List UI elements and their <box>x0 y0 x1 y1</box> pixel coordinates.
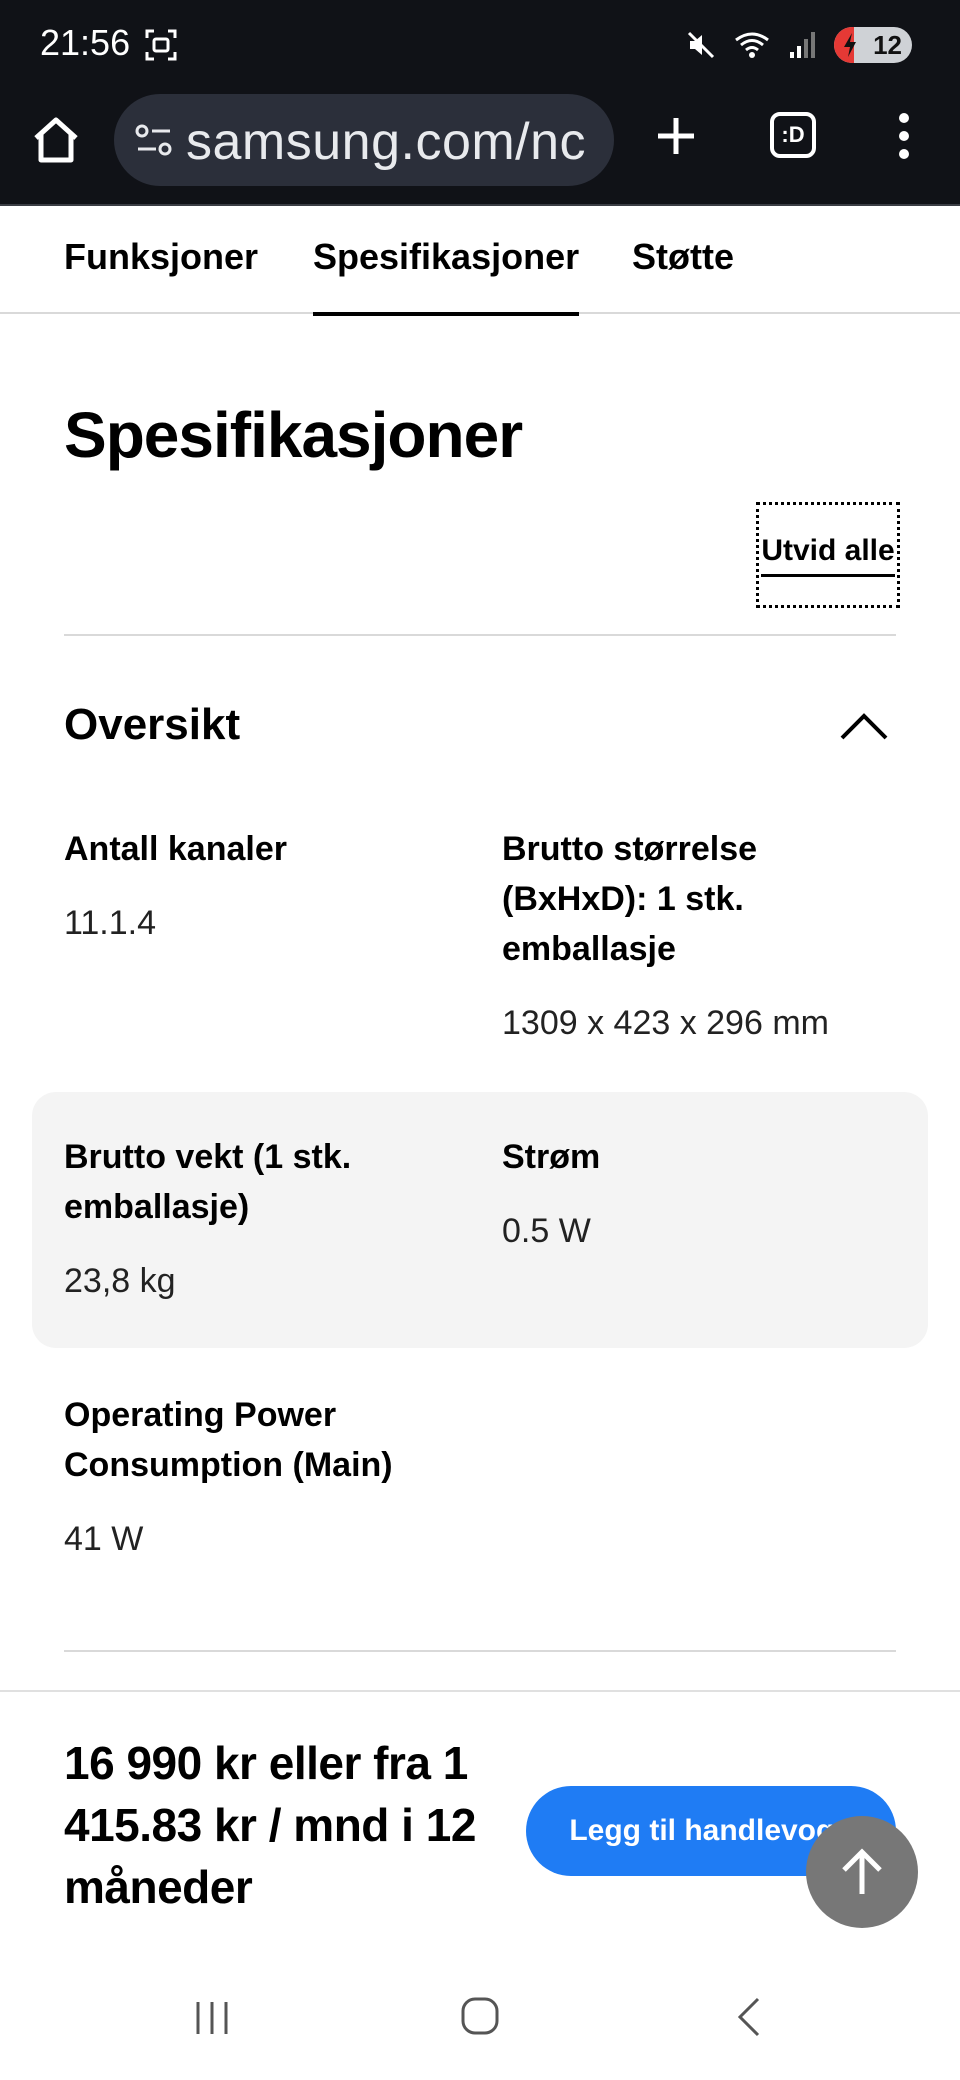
signal-icon <box>790 32 815 58</box>
purchase-bar: 16 990 kr eller fra 1 415.83 kr / mnd i … <box>0 1690 960 1956</box>
url-text[interactable]: samsung.com/nc <box>186 112 586 172</box>
spec-value-gross-weight: 23,8 kg <box>64 1262 176 1300</box>
expand-all-label: Utvid alle <box>761 534 895 577</box>
charging-icon <box>844 33 856 57</box>
mute-icon <box>687 31 715 59</box>
status-bar: 21:56 12 <box>0 0 960 92</box>
tab-funksjoner[interactable]: Funksjoner <box>64 236 258 314</box>
chevron-up-icon[interactable] <box>838 708 890 744</box>
spec-value-channels: 11.1.4 <box>64 904 157 942</box>
url-bar[interactable]: samsung.com/nc <box>114 94 614 186</box>
arrow-up-icon <box>842 1848 882 1894</box>
section-title-oversikt[interactable]: Oversikt <box>64 700 240 750</box>
section-divider-bottom <box>64 1650 896 1652</box>
spec-label-gross-size: Brutto størrelse (BxHxD): 1 stk. emballa… <box>502 830 758 968</box>
tab-stotte[interactable]: Støtte <box>632 236 734 314</box>
site-settings-icon[interactable] <box>134 122 174 158</box>
price-text: 16 990 kr eller fra 1 415.83 kr / mnd i … <box>64 1737 476 1913</box>
spec-label-operating-power: Operating Power Consumption (Main) <box>64 1396 393 1484</box>
tab-switcher-button[interactable]: :D <box>770 112 816 158</box>
android-nav-bar <box>0 1956 960 2080</box>
new-tab-icon[interactable] <box>652 112 700 160</box>
tab-spesifikasjoner[interactable]: Spesifikasjoner <box>313 236 580 316</box>
screenshot-icon <box>145 29 177 61</box>
battery-indicator: 12 <box>834 27 912 63</box>
recent-apps-icon[interactable] <box>192 2000 232 2036</box>
scroll-to-top-button[interactable] <box>806 1816 918 1928</box>
home-icon[interactable] <box>460 1996 500 2036</box>
wifi-icon <box>735 32 769 58</box>
more-options-icon[interactable] <box>890 110 918 162</box>
browser-home-icon[interactable] <box>30 114 82 166</box>
browser-toolbar: samsung.com/nc :D <box>0 92 960 206</box>
spec-value-power: 0.5 W <box>502 1212 591 1250</box>
spec-value-operating-power: 41 W <box>64 1520 144 1558</box>
spec-label-gross-weight: Brutto vekt (1 stk. emballasje) <box>64 1138 352 1226</box>
product-subnav: Funksjoner Spesifikasjoner Støtte <box>0 206 960 316</box>
status-icons: 12 <box>686 24 912 66</box>
page-title: Spesifikasjoner <box>64 399 523 471</box>
battery-level: 12 <box>873 29 902 60</box>
section-divider-top <box>64 634 896 636</box>
status-time: 21:56 <box>40 22 131 63</box>
spec-label-channels: Antall kanaler <box>64 830 287 868</box>
spec-value-gross-size: 1309 x 423 x 296 mm <box>502 1004 829 1042</box>
spec-label-power: Strøm <box>502 1138 601 1176</box>
back-icon[interactable] <box>736 1996 762 2038</box>
expand-all-button[interactable]: Utvid alle <box>756 502 900 608</box>
